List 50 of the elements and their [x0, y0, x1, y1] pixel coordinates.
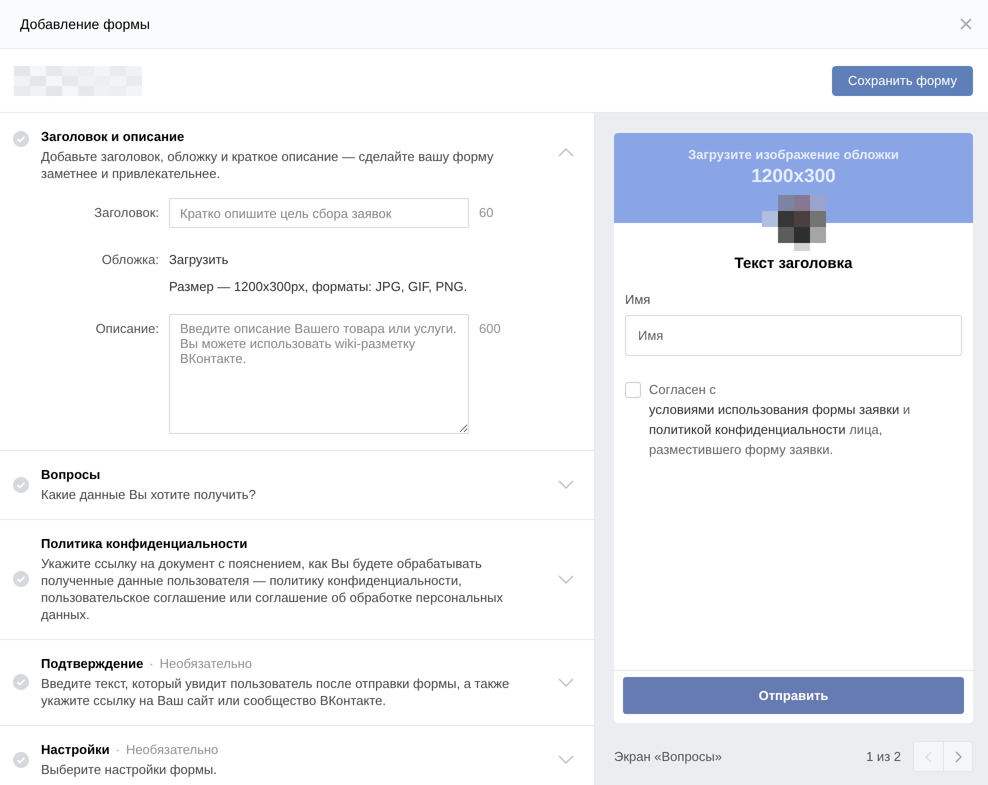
save-form-button[interactable]: Сохранить форму [832, 66, 973, 96]
screen-name: Экран «Вопросы» [614, 749, 722, 764]
section-description: Какие данные Вы хотите получить? [41, 486, 257, 503]
chevron-down-icon[interactable] [558, 480, 574, 490]
page-counter: 1 из 2 [866, 749, 901, 764]
check-circle-icon [13, 476, 29, 492]
field-label: Заголовок: [93, 204, 159, 220]
section-description: Добавьте заголовок, обложку и краткое описание — сделайте вашу форму заметнее и привлекательнее. [41, 148, 495, 182]
section-description: Введите текст, который увидит пользователь после отправки формы, а также укажите ссылку на Ваш сайт или сообщество ВКонтакте. [41, 675, 510, 709]
chevron-left-icon [925, 750, 932, 762]
policy-link[interactable]: условиями использования формы заявки [649, 402, 900, 417]
cover-upload-text: Загрузите изображение обложки [688, 147, 899, 162]
check-circle-icon [13, 571, 29, 587]
separator-dot: · [149, 656, 154, 671]
optional-label: Необязательно [160, 656, 252, 671]
field-label: Имя [625, 292, 652, 307]
agreement-text: Согласен с условиями использования формы заявки и политикой конфиденциальности лица, разместившего форму заявки. [649, 381, 912, 459]
check-circle-icon [13, 131, 29, 147]
form-heading: Текст заголовка [734, 255, 854, 272]
field-label: Обложка: [100, 252, 159, 267]
char-counter: 60 [479, 204, 494, 220]
section-description: Укажите ссылку на документ с пояснением, как Вы будете обрабатывать полученные данные пользователя — политику конфиденциальности, пользовательское соглашение или соглашение об обработке персональных данных. [41, 555, 504, 623]
window-title: Добавление формы [20, 16, 150, 32]
chevron-down-icon[interactable] [558, 755, 574, 765]
description-textarea[interactable]: Введите описание Вашего товара или услуги. Вы можете использовать wiki-разметку ВКонтакте. [169, 314, 469, 434]
checkbox[interactable] [625, 382, 641, 398]
section-title: Подтверждение [41, 656, 144, 671]
close-icon[interactable] [958, 16, 974, 32]
section-title: Заголовок и описание [41, 129, 184, 144]
chevron-down-icon[interactable] [558, 678, 574, 688]
char-counter: 600 [479, 320, 502, 336]
check-circle-icon [13, 674, 29, 690]
section-title: Вопросы [41, 467, 100, 482]
chevron-up-icon[interactable] [558, 147, 574, 157]
name-input[interactable]: Имя [625, 315, 962, 356]
optional-label: Необязательно [126, 742, 218, 757]
section-description: Выберите настройки формы. [41, 761, 218, 778]
section-title: Настройки [41, 742, 110, 757]
cover-hint: Размер — 1200x300px, форматы: JPG, GIF, PNG. [169, 279, 468, 294]
chevron-down-icon[interactable] [558, 574, 574, 584]
cover-size-text: 1200x300 [751, 166, 836, 188]
check-circle-icon [13, 752, 29, 768]
field-label: Описание: [94, 320, 159, 336]
chevron-right-icon [954, 750, 962, 762]
policy-link[interactable]: политикой конфиденциальности [649, 422, 846, 437]
section-title: Политика конфиденциальности [41, 536, 248, 551]
separator-dot: · [116, 742, 120, 757]
submit-button[interactable]: Отправить [623, 677, 964, 714]
upload-link[interactable]: Загрузить [169, 252, 228, 267]
title-input[interactable]: Кратко опишите цель сбора заявок [169, 198, 469, 228]
